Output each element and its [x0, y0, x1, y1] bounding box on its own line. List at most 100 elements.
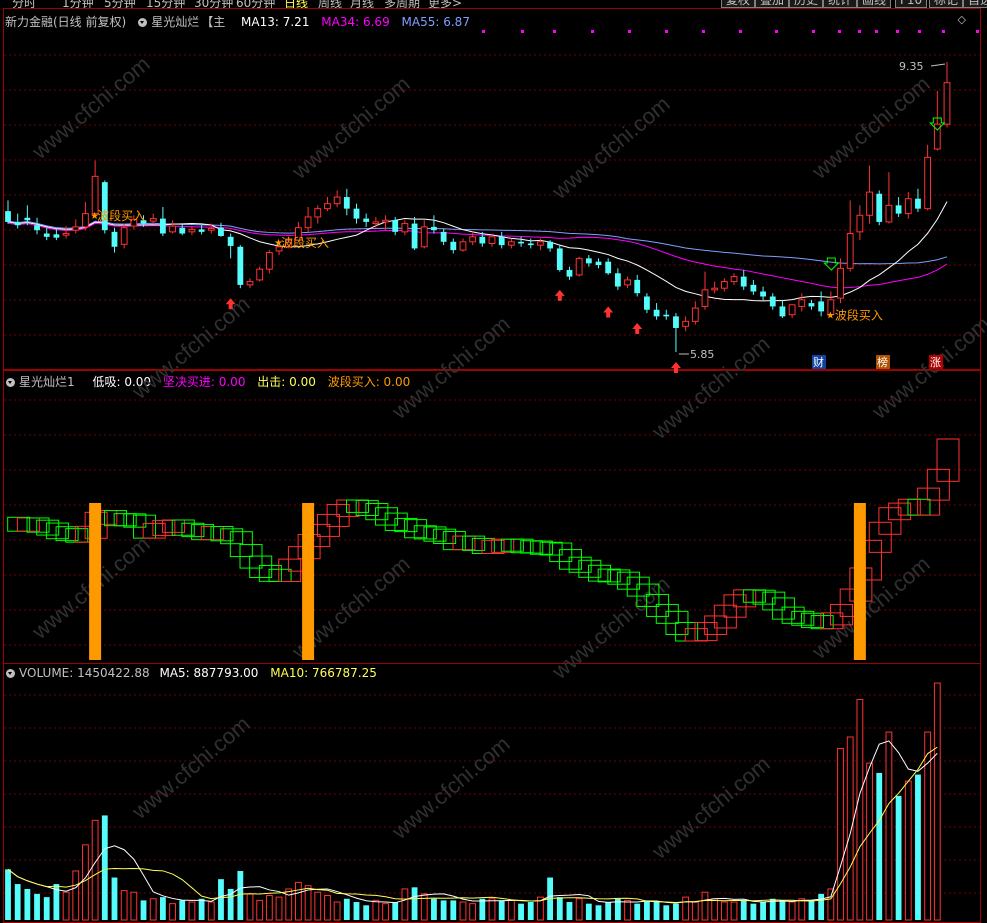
volume-bar-down [779, 900, 786, 920]
volume-bar-up [866, 762, 873, 921]
osc-box [926, 468, 950, 501]
volume-bar-up [682, 896, 690, 921]
volume-bar-up [314, 891, 322, 921]
candle-body-down [363, 218, 370, 222]
volume-bar-down [450, 900, 457, 920]
osc-box [568, 556, 592, 573]
candle-body-down [198, 229, 205, 232]
osc-box [375, 507, 399, 526]
osc-box [442, 531, 466, 551]
volume-bar-down [392, 902, 399, 920]
osc-box [539, 541, 563, 556]
candle-body-up [324, 203, 331, 210]
candle-body-down [431, 226, 437, 231]
marker-dot [665, 30, 668, 33]
watermark-text: www.cfchi.com [386, 311, 514, 424]
candle-body-down [644, 296, 650, 310]
candle-body-down [218, 227, 224, 236]
candle-body-up [207, 228, 215, 231]
marker-dot [942, 30, 945, 33]
volume-bar-up [798, 898, 806, 921]
volume-bar-down [343, 898, 350, 920]
volume-bar-down [915, 774, 921, 920]
high-price-label: 9.35 [899, 60, 924, 73]
candle-body-down [585, 258, 592, 264]
wave-buy-label: 波段买入 [835, 307, 883, 322]
candle-body-down [53, 234, 60, 238]
osc-box [878, 507, 902, 535]
osc-box [704, 615, 728, 635]
osc-box [500, 538, 524, 552]
candle-body-down [5, 211, 11, 222]
volume-bar-up [904, 780, 912, 921]
candle-body-up [382, 219, 389, 223]
candle-body-down [808, 303, 815, 307]
candle-body-up [682, 320, 690, 327]
volume-bar-up [149, 898, 157, 921]
candle-body-down [876, 193, 883, 222]
volume-bar-up [575, 898, 583, 921]
candle-body-down [779, 306, 786, 317]
volume-bar-down [34, 893, 40, 920]
candle-body-down [227, 236, 234, 246]
candle-body-up [866, 191, 873, 216]
osc-box [713, 604, 737, 629]
candle-body-down [353, 208, 360, 219]
candle-body-up [507, 241, 515, 246]
osc-box [907, 498, 931, 516]
marker-dot [521, 30, 524, 33]
osc-box [917, 487, 941, 516]
candle-body-down [760, 291, 766, 297]
candle-body-down [595, 261, 602, 265]
volume-bar-down [644, 900, 650, 920]
osc-box [558, 549, 582, 570]
volume-bar-up [324, 894, 331, 921]
volume-bar-down [440, 900, 447, 920]
candle-body-up [943, 82, 951, 125]
wave-buy-label: 波段买入 [97, 208, 145, 223]
candle-body-up [798, 299, 806, 307]
osc-box [742, 589, 766, 603]
candle-body-down [769, 296, 776, 307]
candle-body-up [730, 276, 738, 283]
candle-body-up [846, 233, 854, 269]
candle-body-down [159, 218, 166, 234]
volume-bar-up [788, 901, 796, 921]
candle-body-up [72, 226, 80, 231]
candle-body-up [885, 204, 893, 223]
candle-body-up [924, 156, 932, 210]
ma55-line [7, 220, 948, 265]
candle-body-up [188, 228, 196, 233]
star-icon: ★ [274, 238, 283, 249]
candle-body-up [372, 221, 380, 225]
candle-body-up [575, 257, 583, 276]
volume-bar-down [218, 879, 224, 920]
volume-bar-up [924, 731, 932, 921]
volume-bar-up [827, 888, 835, 921]
volume-bar-up [265, 894, 273, 921]
osc-box [762, 591, 786, 611]
volume-bar-down [740, 900, 747, 920]
volume-bar-down [663, 905, 670, 920]
candle-body-up [711, 287, 719, 291]
osc-box [345, 499, 369, 513]
candle-body-down [237, 246, 244, 285]
osc-box [200, 526, 224, 541]
watermark-text: www.cfchi.com [646, 751, 774, 864]
volume-bar-down [634, 903, 641, 920]
volume-bar-down [101, 815, 108, 920]
volume-bar-up [256, 899, 264, 921]
volume-bar-down [760, 902, 766, 920]
volume-bar-up [120, 890, 128, 921]
osc-box [413, 525, 437, 540]
volume-bar-up [885, 731, 893, 921]
volume-bar-down [653, 902, 660, 920]
osc-box [355, 499, 379, 516]
volume-bar-up [401, 888, 409, 921]
osc-box [888, 502, 912, 521]
volume-bar-up [701, 891, 709, 921]
candle-body-down [450, 241, 457, 251]
watermark-text: www.cfchi.com [806, 71, 934, 184]
volume-bar-up [469, 903, 477, 921]
buy-arrow-icon [670, 362, 681, 373]
